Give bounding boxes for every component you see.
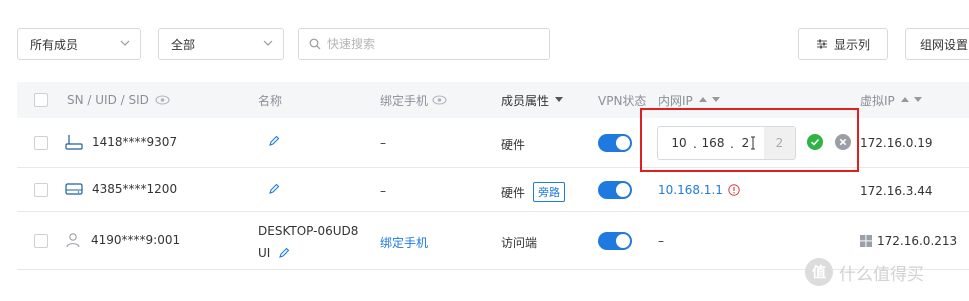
hard-drive-icon [65,183,83,195]
network-settings-button[interactable]: 组网设置 [905,28,969,60]
header-phone: 绑定手机 [380,82,447,118]
select-all-checkbox[interactable] [34,93,48,107]
sort-icon[interactable] [698,97,721,103]
row-id: 1418****9307 [92,135,178,149]
row-virtual-ip: 172.16.0.19 [860,136,933,150]
eye-icon[interactable] [155,95,170,105]
edit-pencil-icon[interactable] [268,135,280,147]
row-phone: – [380,136,386,150]
windows-icon [860,235,872,247]
row-name-line1: DESKTOP-06UD8 [258,224,359,238]
header-name: 名称 [258,82,282,118]
router-icon [65,135,83,150]
header-lan-ip-label: 内网IP [658,93,693,108]
header-select-all[interactable] [34,82,48,118]
row-checkbox[interactable] [34,136,48,150]
annotation-highlight-box [640,108,859,172]
vpn-toggle[interactable] [598,181,632,199]
row-virtual-ip: 172.16.0.213 [877,234,958,248]
edit-pencil-icon[interactable] [268,183,280,195]
header-phone-label: 绑定手机 [380,93,429,108]
row-lan-ip: – [658,234,664,248]
header-attr-label: 成员属性 [501,93,550,108]
row-name: DESKTOP-06UD8 UI [258,220,358,264]
toolbar: 所有成员 全部 显示列 组网设置 [0,0,969,80]
show-columns-label: 显示列 [833,37,870,52]
row-id: 4385****1200 [92,182,178,196]
member-filter-select[interactable]: 所有成员 [17,28,141,60]
bypass-tag: 旁路 [533,182,566,202]
table-row: 4385****1200 – 硬件 旁路 10.168.1.1 172.16.3… [17,168,969,212]
warning-info-icon[interactable] [728,184,740,196]
vpn-toggle[interactable] [598,134,632,152]
row-checkbox[interactable] [34,183,48,197]
show-columns-button[interactable]: 显示列 [798,28,888,60]
chevron-down-icon [263,40,273,46]
watermark-badge: 值 [805,258,833,286]
row-name-line2: UI [258,246,271,260]
chevron-down-icon [120,40,130,46]
row-attr: 访问端 [501,236,538,250]
row-phone: – [380,184,386,198]
type-filter-value: 全部 [171,37,196,52]
bind-phone-link[interactable]: 绑定手机 [380,234,428,251]
row-checkbox[interactable] [34,234,48,248]
type-filter-select[interactable]: 全部 [158,28,284,60]
header-attr[interactable]: 成员属性 [501,82,564,118]
header-name-label: 名称 [258,93,283,108]
vpn-toggle[interactable] [598,232,632,250]
search-input[interactable] [327,37,527,51]
sort-icon[interactable] [900,97,923,103]
header-sn-label: SN / UID / SID [67,93,149,107]
header-vpn-label: VPN状态 [598,93,647,108]
user-icon [66,233,80,248]
sliders-icon [816,39,827,49]
search-icon [309,38,321,50]
watermark-text: 什么值得买 [839,264,924,285]
eye-icon[interactable] [432,95,447,105]
member-filter-value: 所有成员 [30,37,79,52]
header-sn: SN / UID / SID [67,82,170,118]
network-settings-label: 组网设置 [920,37,969,52]
watermark: 值 什么值得买 [805,258,924,286]
caret-down-icon [555,97,564,102]
edit-pencil-icon[interactable] [278,247,290,259]
header-virtual-ip-label: 虚拟IP [860,93,895,108]
row-id: 4190****9:001 [91,233,181,247]
row-attr: 硬件 [501,185,526,200]
header-virtual-ip[interactable]: 虚拟IP [860,82,923,118]
row-attr: 硬件 [501,138,526,152]
row-lan-ip[interactable]: 10.168.1.1 [658,183,723,197]
search-box [298,28,550,60]
row-virtual-ip: 172.16.3.44 [860,184,933,198]
